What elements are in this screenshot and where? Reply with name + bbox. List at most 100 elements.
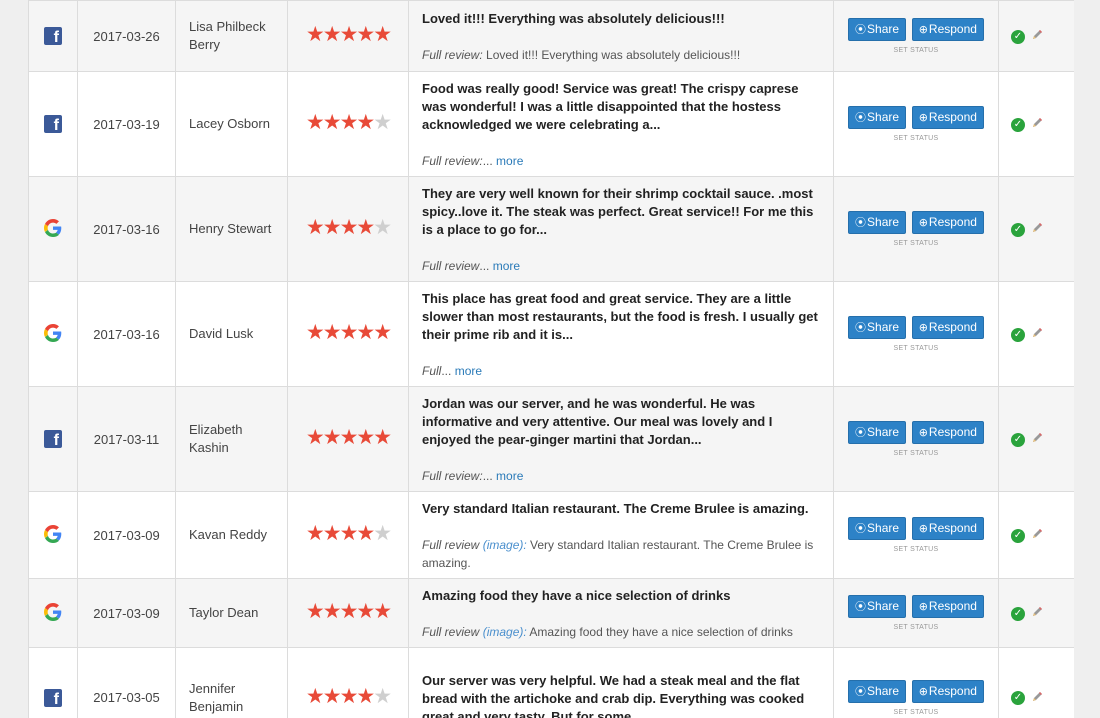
source-cell [28, 578, 78, 648]
more-link[interactable]: more [489, 259, 520, 273]
status-cell: ✓ [998, 281, 1074, 387]
source-cell [28, 176, 78, 282]
share-button[interactable]: ⦿Share [848, 517, 907, 540]
pencil-icon[interactable] [1031, 691, 1043, 706]
share-button[interactable]: ⦿Share [848, 18, 907, 41]
respond-icon: ⊕ [918, 322, 928, 334]
review-date: 2017-03-26 [77, 0, 176, 72]
share-label: Share [867, 22, 900, 36]
check-icon[interactable]: ✓ [1011, 327, 1025, 342]
set-status-link[interactable]: SET STATUS [835, 624, 997, 631]
star-rating: ★★★★★ [306, 216, 392, 239]
pencil-icon[interactable] [1031, 327, 1043, 342]
check-icon[interactable]: ✓ [1011, 222, 1025, 237]
check-icon[interactable]: ✓ [1011, 29, 1025, 44]
star-filled-icon: ★ [305, 23, 325, 46]
set-status-link[interactable]: SET STATUS [835, 135, 997, 142]
respond-button[interactable]: ⊕Respond [911, 18, 984, 41]
set-status-link[interactable]: SET STATUS [835, 345, 997, 352]
pencil-icon[interactable] [1031, 222, 1043, 237]
source-cell: f [28, 71, 78, 177]
pencil-icon[interactable] [1031, 117, 1043, 132]
share-label: Share [867, 521, 900, 535]
check-icon[interactable]: ✓ [1011, 691, 1025, 706]
table-row: 2017-03-09 Taylor Dean ★★★★★ Amazing foo… [28, 578, 1074, 648]
set-status-link[interactable]: SET STATUS [835, 47, 997, 54]
more-link[interactable]: more [451, 364, 482, 378]
check-icon[interactable]: ✓ [1011, 117, 1025, 132]
more-link[interactable]: more [493, 469, 523, 483]
source-cell [28, 281, 78, 387]
share-button[interactable]: ⦿Share [848, 595, 907, 618]
star-rating: ★★★★★ [305, 23, 392, 46]
star-rating: ★★★★★ [305, 321, 392, 344]
star-empty-icon: ★ [373, 684, 392, 708]
full-review-label: Full [422, 364, 442, 378]
check-icon[interactable]: ✓ [1011, 432, 1025, 447]
table-row: 2017-03-16 David Lusk ★★★★★ This place h… [28, 281, 1074, 387]
reviewer-name: Elizabeth Kashin [175, 386, 288, 492]
share-button[interactable]: ⦿Share [848, 421, 907, 444]
rating-cell: ★★★★★ [287, 176, 409, 282]
full-review-text: ... [482, 154, 493, 168]
image-link[interactable]: (image): [479, 538, 527, 552]
respond-button[interactable]: ⊕Respond [911, 316, 984, 339]
check-icon[interactable]: ✓ [1011, 528, 1025, 543]
share-icon: ⦿ [855, 112, 867, 124]
reviewer-name: Jennifer Benjamin [175, 647, 288, 718]
star-filled-icon: ★ [322, 426, 342, 449]
more-link[interactable]: more [493, 154, 523, 168]
respond-button[interactable]: ⊕Respond [911, 595, 984, 618]
star-filled-icon: ★ [356, 522, 375, 545]
pencil-icon[interactable] [1031, 528, 1043, 543]
status-cell: ✓ [998, 578, 1074, 648]
respond-button[interactable]: ⊕Respond [911, 421, 984, 444]
set-status-link[interactable]: SET STATUS [835, 450, 997, 457]
review-text-cell: They are very well known for their shrim… [408, 176, 834, 282]
pencil-icon[interactable] [1031, 606, 1043, 621]
pencil-icon[interactable] [1031, 432, 1043, 447]
respond-icon: ⊕ [918, 427, 928, 439]
reviewer-name: Henry Stewart [175, 176, 288, 282]
check-icon[interactable]: ✓ [1011, 606, 1025, 621]
respond-button[interactable]: ⊕Respond [911, 517, 984, 540]
review-date: 2017-03-05 [77, 647, 176, 718]
source-cell: f [28, 0, 78, 72]
star-filled-icon: ★ [305, 321, 325, 344]
star-rating: ★★★★★ [306, 600, 392, 623]
share-icon: ⦿ [855, 322, 867, 334]
actions-cell: ⦿Share ⊕Respond SET STATUS [833, 0, 999, 72]
review-text-cell: Our server was very helpful. We had a st… [408, 647, 834, 718]
star-filled-icon: ★ [305, 684, 325, 708]
share-button[interactable]: ⦿Share [848, 106, 907, 129]
review-text-cell: Loved it!!! Everything was absolutely de… [408, 0, 834, 72]
review-text-cell: This place has great food and great serv… [408, 281, 834, 387]
reviewer-name: Taylor Dean [175, 578, 288, 648]
review-date: 2017-03-09 [77, 578, 176, 648]
respond-label: Respond [928, 425, 977, 439]
status-cell: ✓ [998, 491, 1074, 579]
rating-cell: ★★★★★ [287, 491, 409, 579]
set-status-link[interactable]: SET STATUS [835, 546, 997, 553]
respond-button[interactable]: ⊕Respond [911, 106, 984, 129]
share-button[interactable]: ⦿Share [848, 211, 907, 234]
respond-button[interactable]: ⊕Respond [911, 211, 984, 234]
share-button[interactable]: ⦿Share [848, 316, 907, 339]
star-rating: ★★★★★ [306, 522, 392, 545]
share-icon: ⦿ [855, 217, 867, 229]
pencil-icon[interactable] [1031, 29, 1043, 44]
set-status-link[interactable]: SET STATUS [835, 709, 997, 716]
facebook-icon: f [44, 688, 62, 707]
full-review-text: ... [441, 364, 452, 378]
star-filled-icon: ★ [339, 216, 359, 239]
full-review-text: ... [479, 259, 490, 273]
status-cell: ✓ [998, 386, 1074, 492]
table-row: 2017-03-09 Kavan Reddy ★★★★★ Very standa… [28, 491, 1074, 579]
reviewer-name: Lacey Osborn [175, 71, 288, 177]
share-button[interactable]: ⦿Share [848, 679, 907, 703]
star-filled-icon: ★ [373, 600, 392, 623]
respond-button[interactable]: ⊕Respond [911, 679, 984, 703]
set-status-link[interactable]: SET STATUS [835, 240, 997, 247]
image-link[interactable]: (image): [479, 625, 527, 639]
rating-cell: ★★★★★ [287, 578, 409, 648]
